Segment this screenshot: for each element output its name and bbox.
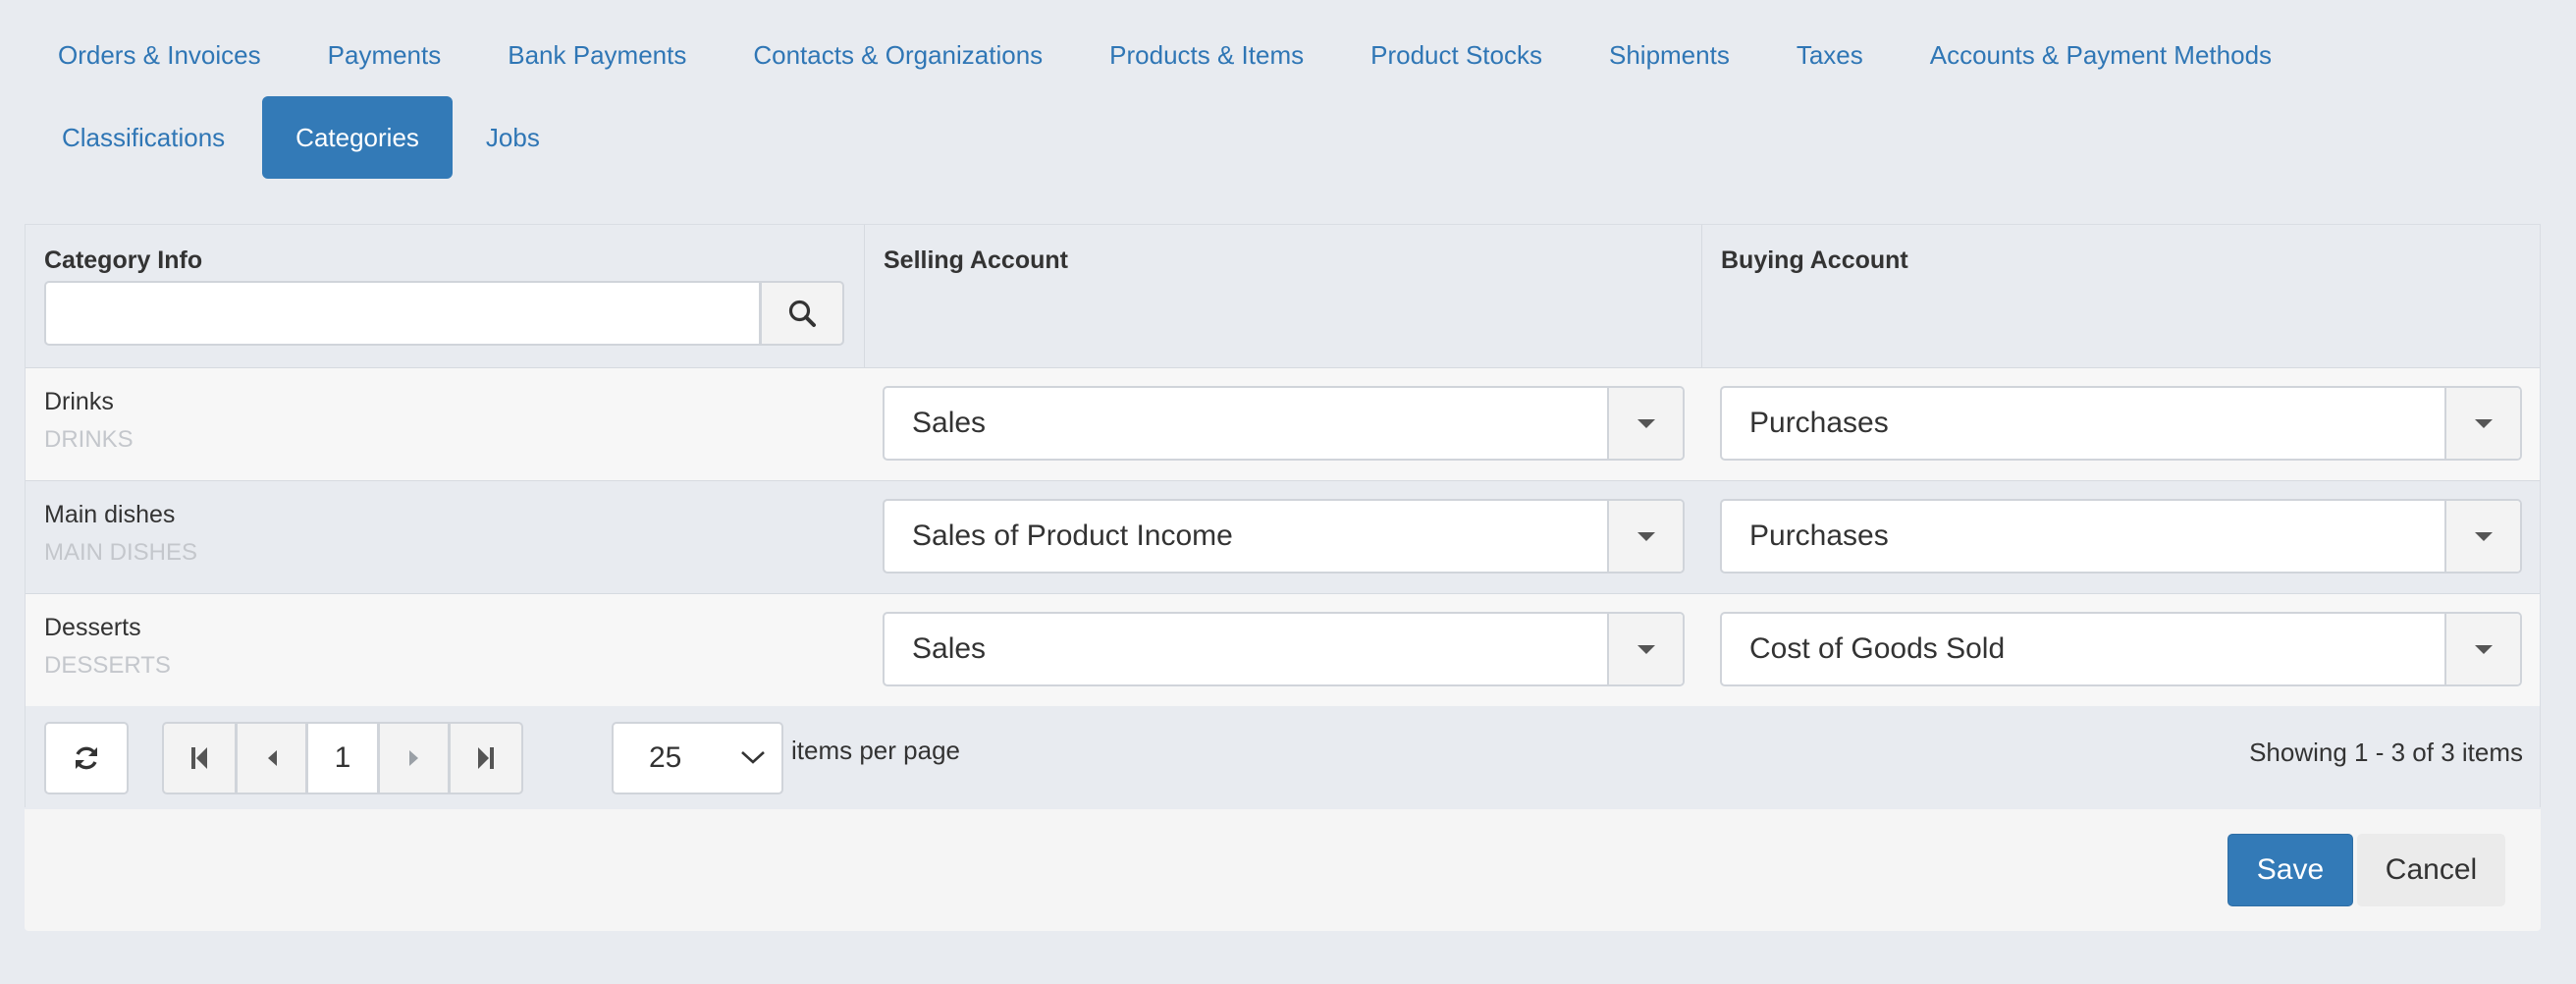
caret-down-icon: [1637, 418, 1655, 428]
last-page-button[interactable]: [449, 722, 523, 794]
column-header-buying-account: Buying Account: [1721, 246, 1908, 274]
table-row: Drinks DRINKS Sales Purchases: [26, 368, 2540, 481]
page-size-select[interactable]: 25: [612, 722, 783, 794]
previous-page-button[interactable]: [236, 722, 307, 794]
caret-down-icon: [2474, 418, 2493, 428]
buying-account-value: Purchases: [1749, 407, 1889, 439]
caret-left-icon: [267, 750, 277, 766]
dropdown-toggle[interactable]: [1607, 614, 1683, 684]
tab-products-items[interactable]: Products & Items: [1076, 14, 1337, 96]
buying-account-value: Cost of Goods Sold: [1749, 632, 2006, 665]
last-page-icon: [478, 747, 494, 769]
tab-payments[interactable]: Payments: [295, 14, 475, 96]
column-category-info: Category Info: [26, 225, 865, 367]
buying-account-dropdown[interactable]: Cost of Goods Sold: [1720, 612, 2522, 686]
selling-account-value: Sales: [912, 407, 987, 439]
category-name: Desserts: [44, 614, 141, 641]
grid-header: Category Info Selling Account Buying Acc…: [26, 225, 2540, 369]
tab-bank-payments[interactable]: Bank Payments: [474, 14, 720, 96]
caret-right-icon: [408, 750, 418, 766]
chevron-down-icon: [741, 751, 765, 764]
first-page-button[interactable]: [162, 722, 237, 794]
table-row: Desserts DESSERTS Sales Cost of Goods So…: [26, 594, 2540, 707]
category-name: Drinks: [44, 388, 114, 415]
buying-account-dropdown[interactable]: Purchases: [1720, 386, 2522, 461]
caret-down-icon: [1637, 644, 1655, 654]
refresh-icon: [76, 746, 97, 770]
pager-info: Showing 1 - 3 of 3 items: [2249, 738, 2523, 767]
next-page-button[interactable]: [378, 722, 450, 794]
refresh-button[interactable]: [44, 722, 129, 794]
tabs-row-1: Orders & Invoices Payments Bank Payments…: [25, 15, 2305, 95]
buying-account-dropdown[interactable]: Purchases: [1720, 499, 2522, 574]
dropdown-toggle[interactable]: [2444, 614, 2520, 684]
caret-down-icon: [1637, 531, 1655, 541]
tab-contacts-organizations[interactable]: Contacts & Organizations: [720, 14, 1076, 96]
column-buying-account: Buying Account: [1702, 225, 2541, 367]
tab-jobs[interactable]: Jobs: [453, 96, 573, 179]
tabs-row-2: Classifications Categories Jobs: [25, 96, 573, 179]
dropdown-toggle[interactable]: [2444, 501, 2520, 572]
grid-pager: 1 25 items per page Showing 1 - 3 of 3 i…: [26, 706, 2540, 807]
dropdown-toggle[interactable]: [1607, 501, 1683, 572]
filter-search-button[interactable]: [760, 281, 844, 346]
column-header-category-info: Category Info: [44, 246, 203, 274]
dropdown-toggle[interactable]: [2444, 388, 2520, 459]
category-code: DESSERTS: [44, 652, 171, 679]
tab-shipments[interactable]: Shipments: [1576, 14, 1763, 96]
category-code: MAIN DISHES: [44, 539, 198, 566]
page-size-value: 25: [649, 741, 682, 774]
column-header-selling-account: Selling Account: [884, 246, 1068, 274]
selling-account-value: Sales of Product Income: [912, 519, 1233, 552]
search-icon: [788, 300, 816, 327]
dropdown-toggle[interactable]: [1607, 388, 1683, 459]
tab-accounts-payment-methods[interactable]: Accounts & Payment Methods: [1897, 14, 2305, 96]
caret-down-icon: [2474, 644, 2493, 654]
tab-classifications[interactable]: Classifications: [25, 96, 262, 179]
tab-categories[interactable]: Categories: [262, 96, 453, 179]
buying-account-value: Purchases: [1749, 519, 1889, 552]
category-name: Main dishes: [44, 501, 176, 528]
category-code: DRINKS: [44, 426, 134, 453]
current-page[interactable]: 1: [306, 722, 379, 794]
items-per-page-label: items per page: [791, 736, 960, 765]
form-footer: Save Cancel: [25, 809, 2541, 931]
category-filter-input[interactable]: [44, 281, 761, 346]
table-row: Main dishes MAIN DISHES Sales of Product…: [26, 481, 2540, 594]
caret-down-icon: [2474, 531, 2493, 541]
selling-account-dropdown[interactable]: Sales: [883, 612, 1685, 686]
selling-account-dropdown[interactable]: Sales of Product Income: [883, 499, 1685, 574]
tab-orders-invoices[interactable]: Orders & Invoices: [25, 14, 295, 96]
tab-product-stocks[interactable]: Product Stocks: [1337, 14, 1576, 96]
cancel-button[interactable]: Cancel: [2357, 834, 2505, 906]
column-selling-account: Selling Account: [865, 225, 1702, 367]
first-page-icon: [191, 747, 207, 769]
selling-account-value: Sales: [912, 632, 987, 665]
categories-grid: Category Info Selling Account Buying Acc…: [25, 224, 2541, 807]
tab-taxes[interactable]: Taxes: [1763, 14, 1897, 96]
save-button[interactable]: Save: [2227, 834, 2353, 906]
selling-account-dropdown[interactable]: Sales: [883, 386, 1685, 461]
